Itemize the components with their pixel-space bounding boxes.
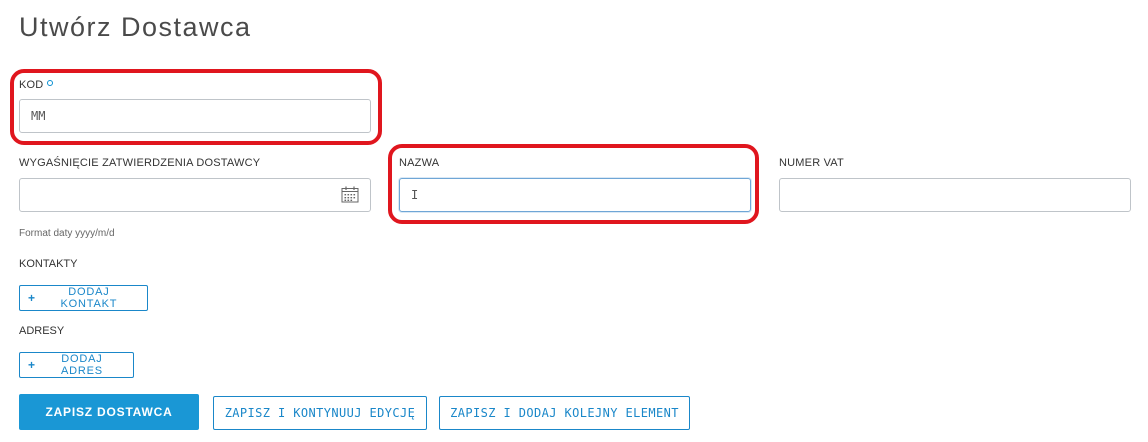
nazwa-input[interactable] <box>399 178 751 212</box>
approval-expiry-date-input[interactable] <box>19 178 371 212</box>
approval-expiry-label: WYGAŚNIĘCIE ZATWIERDZENIA DOSTAWCY <box>19 157 261 169</box>
add-contact-label: DODAJ KONTAKT <box>60 286 118 310</box>
addresses-section-label: ADRESY <box>19 325 65 337</box>
vat-number-label: NUMER VAT <box>779 157 844 169</box>
nazwa-label: NAZWA <box>399 157 440 169</box>
date-format-hint: Format daty yyyy/m/d <box>19 228 115 239</box>
save-and-add-another-button[interactable]: ZAPISZ I DODAJ KOLEJNY ELEMENT <box>439 396 690 430</box>
calendar-icon[interactable] <box>341 186 359 203</box>
plus-icon: + <box>28 358 36 372</box>
vat-number-input[interactable] <box>779 178 1131 212</box>
kod-input[interactable] <box>19 99 371 133</box>
save-and-continue-button[interactable]: ZAPISZ I KONTYNUUJ EDYCJĘ <box>213 396 427 430</box>
page-title: Utwórz Dostawca <box>19 12 252 42</box>
contacts-section-label: KONTAKTY <box>19 258 78 270</box>
required-indicator-icon <box>47 80 54 86</box>
kod-label: KOD <box>19 79 54 91</box>
save-supplier-button[interactable]: ZAPISZ DOSTAWCA <box>19 394 199 430</box>
add-address-button[interactable]: + DODAJ ADRES <box>19 352 134 378</box>
plus-icon: + <box>28 291 36 305</box>
add-contact-button[interactable]: + DODAJ KONTAKT <box>19 285 148 311</box>
kod-label-text: KOD <box>19 79 44 91</box>
add-address-label: DODAJ ADRES <box>60 353 103 377</box>
